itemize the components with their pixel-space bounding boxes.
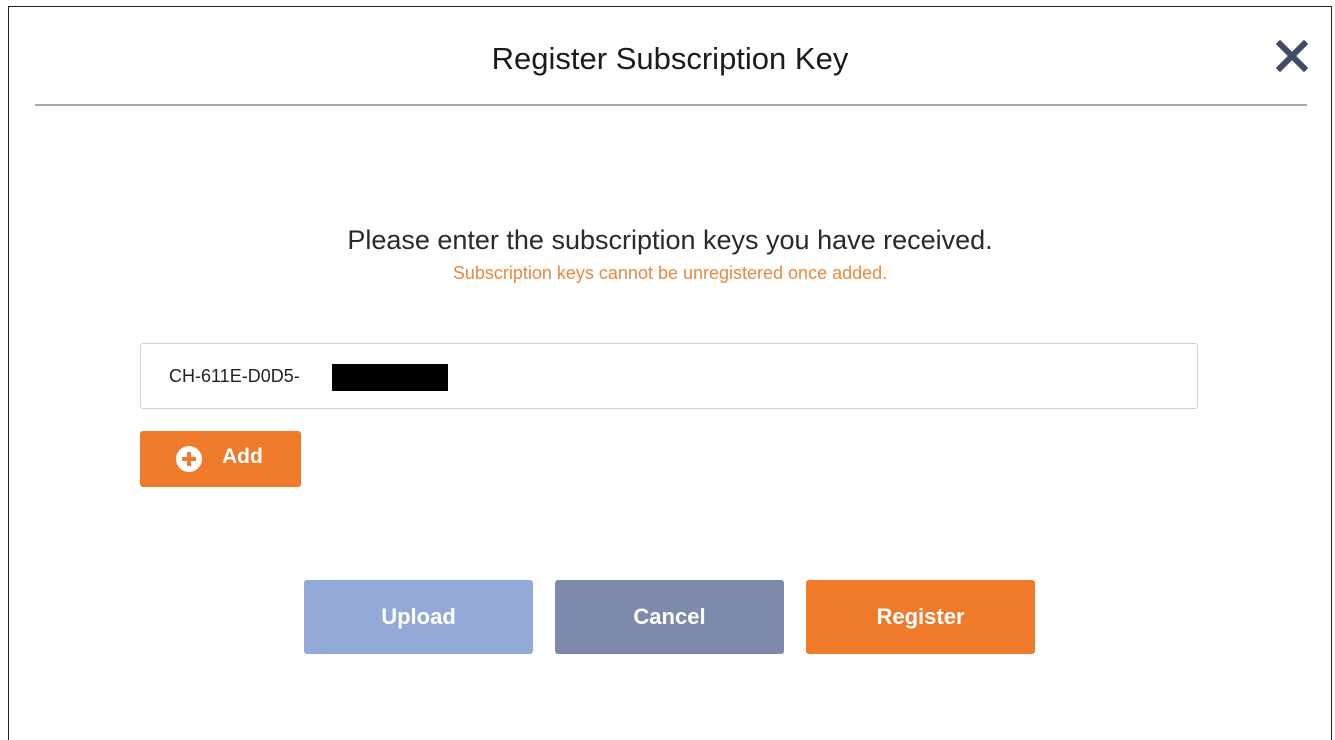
redacted-key-segment [332,364,448,391]
subscription-key-input[interactable] [141,344,1197,408]
cancel-button[interactable]: Cancel [555,580,784,654]
add-button-label: Add [222,445,263,468]
close-icon[interactable] [1275,39,1309,73]
add-key-button[interactable]: Add [140,431,301,487]
plus-circle-icon [176,446,202,472]
warning-text: Subscription keys cannot be unregistered… [452,263,888,283]
upload-button[interactable]: Upload [304,580,533,654]
register-subscription-key-dialog: Register Subscription Key Please enter t… [8,6,1332,740]
register-button[interactable]: Register [806,580,1035,654]
subscription-key-field [140,343,1198,409]
instruction-text: Please enter the subscription keys you h… [347,225,993,255]
header-divider [35,104,1307,106]
dialog-title: Register Subscription Key [491,41,849,76]
